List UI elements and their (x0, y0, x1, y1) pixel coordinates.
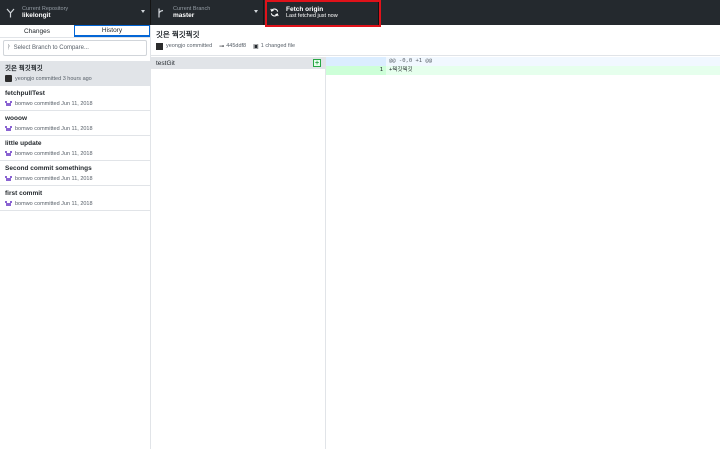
branch-compare-placeholder: Select Branch to Compare... (13, 45, 89, 51)
fetch-origin-button[interactable]: Fetch origin Last fetched just now (264, 0, 379, 25)
commit-detail-title: 깃은 꿕깃꿕깃 (156, 30, 200, 39)
commit-title: first commit (5, 190, 43, 197)
commit-meta: bomwo committed Jun 11, 2018 (15, 150, 93, 157)
changed-files-list: testGit + (151, 57, 326, 449)
commit-summary: 깃은 꿕깃꿕깃 yeongjo committed ⊸ 445ddf8 ▣ 1 ch… (151, 25, 720, 56)
line-text: +꿕깃꿕깃 (386, 66, 720, 75)
avatar (5, 150, 12, 157)
toolbar: Current Repository likelongit Current Br… (0, 0, 720, 25)
hunk-text: @@ -0,0 +1 @@ (386, 57, 720, 66)
commit-meta: bomwo committed Jun 11, 2018 (15, 175, 93, 182)
tab-history[interactable]: History (74, 25, 150, 37)
commit-icon: ⊸ (219, 43, 225, 50)
commit-detail: 깃은 꿕깃꿕깃 yeongjo committed ⊸ 445ddf8 ▣ 1 ch… (151, 25, 720, 449)
commit-title: Second commit somethings (5, 165, 92, 172)
line-number: 1 (356, 66, 386, 75)
current-repository-button[interactable]: Current Repository likelongit (0, 0, 151, 25)
avatar (5, 175, 12, 182)
commit-meta: bomwo committed Jun 11, 2018 (15, 100, 93, 107)
commit-item[interactable]: fetchpullTest bomwo committed Jun 11, 20… (0, 86, 150, 111)
branch-name: master (173, 11, 195, 19)
commit-meta: bomwo committed Jun 11, 2018 (15, 200, 93, 207)
avatar (5, 75, 12, 82)
commit-title: wooow (5, 115, 28, 122)
diff-view: @@ -0,0 +1 @@ 1 +꿕깃꿕깃 (326, 57, 720, 449)
tab-bar: Changes History (0, 25, 150, 38)
diff-hunk-header: @@ -0,0 +1 @@ (326, 57, 720, 66)
commit-title: 깃은 꿕깃꿕깃 (5, 65, 43, 72)
avatar (5, 200, 12, 207)
fetch-subtitle: Last fetched just now (286, 13, 338, 20)
branch-icon (155, 7, 167, 19)
commit-item[interactable]: Second commit somethings bomwo committed… (0, 161, 150, 186)
commit-item[interactable]: little update bomwo committed Jun 11, 20… (0, 136, 150, 161)
commit-item[interactable]: first commit bomwo committed Jun 11, 201… (0, 186, 150, 211)
file-item[interactable]: testGit + (151, 57, 325, 69)
commit-meta: yeongjo committed 3 hours ago (15, 75, 92, 82)
commit-sha[interactable]: 445ddf8 (226, 43, 246, 49)
repo-icon (4, 7, 16, 19)
sync-icon (268, 7, 280, 19)
commit-title: fetchpullTest (5, 90, 45, 97)
commit-meta: bomwo committed Jun 11, 2018 (15, 125, 93, 132)
file-name: testGit (156, 59, 175, 67)
avatar (5, 100, 12, 107)
branch-compare-input[interactable]: ᚹ Select Branch to Compare... (3, 40, 147, 56)
chevron-down-icon (141, 10, 145, 13)
chevron-down-icon (254, 10, 258, 13)
commit-list: 깃은 꿕깃꿕깃 yeongjo committed 3 hours ago fe… (0, 61, 150, 211)
fetch-title: Fetch origin (286, 5, 324, 13)
diff-line-added[interactable]: 1 +꿕깃꿕깃 (326, 66, 720, 75)
commit-author: yeongjo committed (166, 43, 213, 49)
repo-name: likelongit (22, 11, 51, 19)
commit-title: little update (5, 140, 42, 147)
commit-item[interactable]: 깃은 꿕깃꿕깃 yeongjo committed 3 hours ago (0, 61, 150, 86)
avatar (5, 125, 12, 132)
branch-icon: ᚹ (7, 45, 11, 51)
sidebar: Changes History ᚹ Select Branch to Compa… (0, 25, 151, 449)
file-diff-icon: ▣ (253, 43, 259, 50)
file-added-icon: + (313, 59, 321, 67)
commit-item[interactable]: wooow bomwo committed Jun 11, 2018 (0, 111, 150, 136)
changed-files-count: 1 changed file (260, 43, 296, 49)
tab-changes[interactable]: Changes (0, 25, 74, 37)
avatar (156, 42, 163, 50)
current-branch-button[interactable]: Current Branch master (151, 0, 264, 25)
